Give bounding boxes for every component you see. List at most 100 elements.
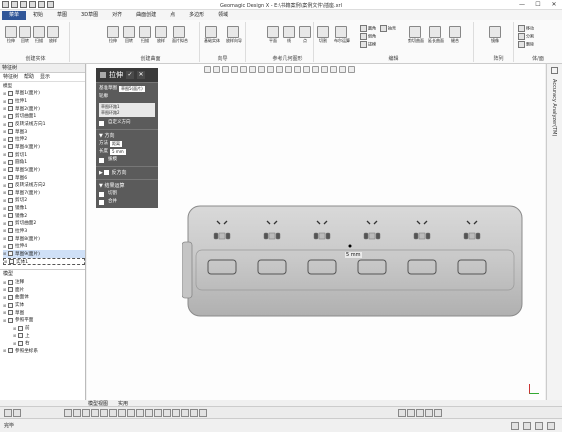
boolean-button[interactable]: 布尔运算 bbox=[334, 26, 350, 44]
revolve-solid-button[interactable]: 回转 bbox=[18, 26, 32, 44]
menu-tab-7[interactable]: 多边形 bbox=[182, 11, 211, 20]
extrude-solid-button[interactable]: 拉伸 bbox=[4, 26, 18, 44]
display-mode-15-icon[interactable] bbox=[190, 409, 198, 417]
view-section-icon[interactable] bbox=[294, 66, 301, 73]
length-input[interactable]: 5 mm bbox=[110, 149, 126, 155]
tree-root[interactable]: 模型 bbox=[0, 82, 85, 90]
tree-item[interactable]: ⊞ 草图2(面片) bbox=[3, 105, 85, 113]
method-select[interactable]: 距离 bbox=[110, 141, 122, 147]
point-button[interactable]: 点 bbox=[298, 26, 312, 44]
mesh-fit-button[interactable]: 面片拟合 bbox=[172, 26, 188, 44]
dimension-label[interactable]: 5 mm bbox=[345, 252, 362, 258]
delete-face-button[interactable]: 删除 bbox=[518, 41, 534, 48]
tree-item[interactable]: ⊞ 草图8(面片) bbox=[3, 235, 85, 243]
view-tool-4-icon[interactable] bbox=[425, 409, 433, 417]
view-select-icon[interactable] bbox=[204, 66, 211, 73]
draft-button[interactable]: 拔模 bbox=[360, 41, 376, 48]
tree-item[interactable]: ⊞ 镜像2 bbox=[3, 212, 85, 220]
menu-tab-3[interactable]: 3D草图 bbox=[74, 11, 105, 20]
display-mode-1-icon[interactable] bbox=[64, 409, 72, 417]
display-mode-14-icon[interactable] bbox=[181, 409, 189, 417]
revolve-surface-button[interactable]: 回转 bbox=[122, 26, 136, 44]
tab-help[interactable]: 帮助 bbox=[24, 73, 34, 81]
view-snap-icon[interactable] bbox=[321, 66, 328, 73]
base-sketch-select[interactable]: 草图5(面片) bbox=[119, 86, 145, 92]
fillet-button[interactable]: 圆角 bbox=[360, 25, 376, 32]
model-tree-item[interactable]: ⊞ 前 bbox=[3, 324, 85, 332]
view-tool-2-icon[interactable] bbox=[407, 409, 415, 417]
tab-feature-tree[interactable]: 特征树 bbox=[3, 73, 18, 81]
line-button[interactable]: 线 bbox=[282, 26, 296, 44]
tab-display[interactable]: 显示 bbox=[40, 73, 50, 81]
tree-item[interactable]: ⊞ 实体1 bbox=[3, 257, 85, 266]
view-iso-icon[interactable] bbox=[267, 66, 274, 73]
move-face-button[interactable]: 移动 bbox=[518, 25, 534, 32]
tree-item[interactable]: ⊞ 草图6 bbox=[3, 174, 85, 182]
tree-item[interactable]: ⊞ 拉伸4 bbox=[3, 242, 85, 250]
tree-item[interactable]: ⊞ 镜像1 bbox=[3, 204, 85, 212]
outline-list[interactable]: 草图环路1 草图环路2 bbox=[99, 103, 155, 117]
model-tree-item[interactable]: ⊞ 曲面体 bbox=[3, 294, 85, 302]
sew-button[interactable]: 缝合 bbox=[448, 26, 462, 44]
view-filter-icon[interactable] bbox=[312, 66, 319, 73]
model-tree-item[interactable]: ⊞ 上 bbox=[3, 332, 85, 340]
tree-item[interactable]: ⊞ 拉伸3 bbox=[3, 227, 85, 235]
status-icon-2[interactable] bbox=[523, 422, 531, 430]
menu-tab-8[interactable]: 领域 bbox=[211, 11, 235, 20]
view-zoom-icon[interactable] bbox=[231, 66, 238, 73]
cancel-button[interactable]: ✕ bbox=[137, 71, 145, 79]
status-icon-1[interactable] bbox=[511, 422, 519, 430]
view-light-icon[interactable] bbox=[303, 66, 310, 73]
tree-item[interactable]: ⊞ 剪切曲面2 bbox=[3, 220, 85, 228]
display-mode-11-icon[interactable] bbox=[154, 409, 162, 417]
status-icon-3[interactable] bbox=[535, 422, 543, 430]
menu-tab-2[interactable]: 草图 bbox=[50, 11, 74, 20]
mirror-button[interactable]: 镜像 bbox=[488, 26, 502, 44]
base-solid-wizard-button[interactable]: 基础实体 bbox=[204, 26, 220, 44]
view-measure-icon[interactable] bbox=[339, 66, 346, 73]
view-top-icon[interactable] bbox=[258, 66, 265, 73]
sweep-surface-button[interactable]: 扫描 bbox=[138, 26, 152, 44]
tree-item[interactable]: ⊞ 草图9(面片) bbox=[3, 250, 85, 258]
maximize-button[interactable]: ☐ bbox=[532, 1, 544, 9]
tree-item[interactable]: ⊞ 草图5(面片) bbox=[3, 166, 85, 174]
display-mode-10-icon[interactable] bbox=[145, 409, 153, 417]
view-shade-icon[interactable] bbox=[276, 66, 283, 73]
tree-item[interactable]: ⊞ 反转法线方向1 bbox=[3, 120, 85, 128]
cut-checkbox[interactable] bbox=[99, 191, 104, 197]
view-wire-icon[interactable] bbox=[285, 66, 292, 73]
tree-item[interactable]: ⊞ 草图3 bbox=[3, 128, 85, 136]
tree-item[interactable]: ⊞ 圆角1 bbox=[3, 158, 85, 166]
sweep-solid-button[interactable]: 扫描 bbox=[32, 26, 46, 44]
shell-button[interactable]: 抽壳 bbox=[380, 25, 396, 32]
status-icon-4[interactable] bbox=[547, 422, 555, 430]
cut-button[interactable]: 切割 bbox=[316, 26, 330, 44]
model-tree-item[interactable]: ⊞ 面片 bbox=[3, 286, 85, 294]
menu-tab-5[interactable]: 曲面创建 bbox=[129, 11, 163, 20]
model-tree-item[interactable]: ⊞ 右 bbox=[3, 340, 85, 348]
display-mode-9-icon[interactable] bbox=[136, 409, 144, 417]
extend-surface-button[interactable]: 延长曲面 bbox=[428, 26, 444, 44]
menu-tab-0[interactable]: 菜单 bbox=[2, 10, 27, 20]
tree-item[interactable]: ⊞ 草图7(面片) bbox=[3, 189, 85, 197]
menu-tab-6[interactable]: 点 bbox=[163, 11, 182, 20]
view-tool-5-icon[interactable] bbox=[434, 409, 442, 417]
chamfer-button[interactable]: 倒角 bbox=[360, 33, 376, 40]
view-rotate-icon[interactable] bbox=[213, 66, 220, 73]
loft-solid-button[interactable]: 放样 bbox=[46, 26, 60, 44]
direction-section-title[interactable]: ▼ 方向 bbox=[99, 132, 155, 140]
model-tree-item[interactable]: ⊞ 注释 bbox=[3, 278, 85, 286]
loft-surface-button[interactable]: 放样 bbox=[154, 26, 168, 44]
display-mode-4-icon[interactable] bbox=[91, 409, 99, 417]
view-front-icon[interactable] bbox=[249, 66, 256, 73]
view-settings-icon[interactable] bbox=[348, 66, 355, 73]
view-tool-1-icon[interactable] bbox=[398, 409, 406, 417]
model-tree-item[interactable]: ⊞ 实体 bbox=[3, 301, 85, 309]
panel-close-icon[interactable] bbox=[551, 67, 558, 74]
menu-tab-1[interactable]: 初始 bbox=[26, 11, 50, 20]
close-button[interactable]: ✕ bbox=[548, 1, 560, 9]
display-mode-12-icon[interactable] bbox=[163, 409, 171, 417]
extrude-surface-button[interactable]: 拉伸 bbox=[106, 26, 120, 44]
filter-icon[interactable] bbox=[13, 409, 21, 417]
minimize-button[interactable]: — bbox=[516, 1, 528, 9]
